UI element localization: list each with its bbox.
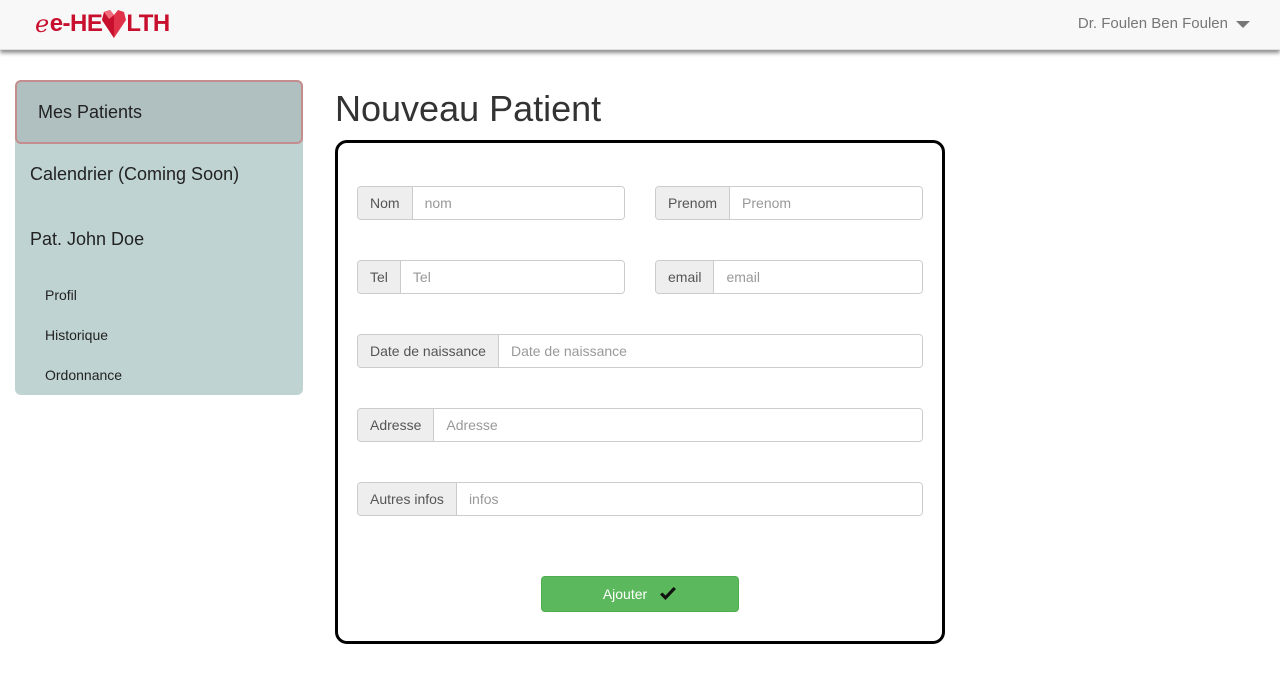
dob-input[interactable] [498,335,922,367]
top-navbar: e e-HE LTH Dr. Foulen Ben Foulen [0,0,1280,50]
sidebar-subitem-ordonnance[interactable]: Ordonnance [45,367,122,383]
heart-icon [102,10,127,38]
dob-input-group: Date de naissance [357,334,923,368]
email-input[interactable] [714,261,922,293]
sidebar-item-mes-patients[interactable]: Mes Patients [15,80,303,144]
nom-label: Nom [358,187,413,219]
prenom-input-group: Prenom [655,186,923,220]
prenom-input[interactable] [730,187,922,219]
user-menu-dropdown[interactable]: Dr. Foulen Ben Foulen [1078,15,1250,32]
caret-down-icon [1236,21,1250,28]
adresse-input[interactable] [434,409,922,441]
tel-label: Tel [358,261,401,293]
new-patient-form: Nom Prenom Tel email Date de naissance A… [335,140,945,644]
tel-input[interactable] [400,261,624,293]
sidebar-subitem-historique[interactable]: Historique [45,327,108,343]
infos-input-group: Autres infos [357,482,923,516]
sidebar: Mes Patients Calendrier (Coming Soon) Pa… [15,80,303,395]
sidebar-subitem-profil[interactable]: Profil [45,287,77,303]
adresse-input-group: Adresse [357,408,923,442]
prenom-label: Prenom [656,187,731,219]
infos-label: Autres infos [358,483,457,515]
sidebar-item-calendrier[interactable]: Calendrier (Coming Soon) [30,164,239,185]
ehealth-logo[interactable]: e e-HE LTH [35,8,170,40]
check-icon [660,587,677,600]
ajouter-button[interactable]: Ajouter [541,576,739,612]
email-label: email [656,261,715,293]
tel-input-group: Tel [357,260,625,294]
adresse-label: Adresse [358,409,435,441]
sidebar-item-patient[interactable]: Pat. John Doe [30,229,144,250]
infos-input[interactable] [456,483,922,515]
ajouter-label: Ajouter [602,586,648,602]
nom-input-group: Nom [357,186,625,220]
nom-input[interactable] [412,187,624,219]
dob-label: Date de naissance [358,335,499,367]
page-title: Nouveau Patient [335,88,602,129]
email-input-group: email [655,260,923,294]
user-name: Dr. Foulen Ben Foulen [1077,15,1228,32]
